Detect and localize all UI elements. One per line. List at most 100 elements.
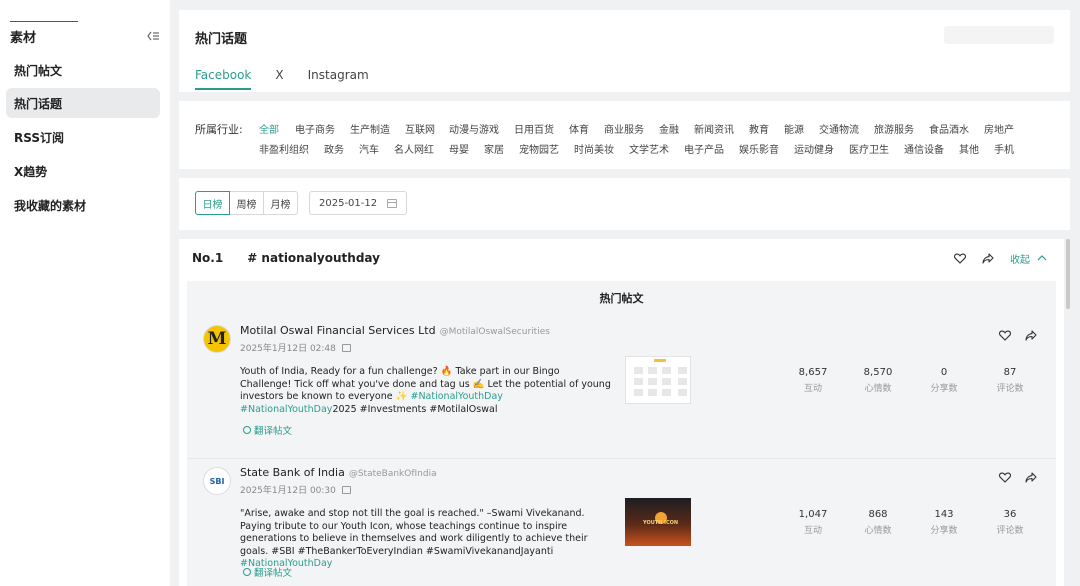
industry-option[interactable]: 旅游服务 (874, 121, 929, 136)
translate-post-button[interactable]: 翻译帖文 (243, 423, 292, 437)
share-icon[interactable] (1023, 327, 1039, 343)
industry-row-2: 非盈利组织 政务 汽车 名人网红 母婴 家居 宠物园艺 时尚美妆 文学艺术 电子产品 娱乐影音 运动健… (259, 141, 1029, 156)
period-monthly-button[interactable]: 月榜 (263, 191, 298, 215)
topic-header: No.1 # nationalyouthday (192, 251, 380, 265)
sidebar-item-hot-posts[interactable]: 热门帖文 (6, 55, 160, 85)
stat-value: 87 (1003, 367, 1017, 378)
collapse-button[interactable]: 收起 (1010, 251, 1030, 266)
industry-option[interactable]: 全部 (259, 121, 295, 136)
topic-card: No.1 # nationalyouthday 收起 热门帖文 M Motila… (179, 239, 1064, 586)
hashtag-link[interactable]: #NationalYouthDay (410, 391, 502, 402)
sidebar-header: 素材 (10, 27, 160, 46)
stat-interactions: 8,657 互动 (783, 367, 843, 394)
industry-option[interactable]: 金融 (659, 121, 694, 136)
image-icon (341, 485, 351, 494)
sidebar-item-hot-topics[interactable]: 热门话题 (6, 88, 160, 118)
industry-option[interactable]: 娱乐影音 (739, 141, 794, 156)
date-value: 2025-01-12 (319, 197, 378, 209)
stat-interactions: 1,047 互动 (783, 509, 843, 536)
stat-label: 评论数 (996, 384, 1024, 394)
translate-post-button[interactable]: 翻译帖文 (243, 565, 292, 579)
industry-option[interactable]: 食品酒水 (929, 121, 984, 136)
collapse-sidebar-icon[interactable] (146, 29, 160, 43)
post-thumbnail[interactable]: YOUTH ICON (625, 498, 691, 546)
share-icon[interactable] (1023, 469, 1039, 485)
sidebar-item-rss[interactable]: RSS订阅 (6, 122, 160, 152)
industry-option[interactable]: 新闻资讯 (694, 121, 749, 136)
calendar-icon (387, 198, 397, 208)
stat-label: 心情数 (864, 384, 892, 394)
tab-x[interactable]: X (275, 68, 283, 90)
scrollbar[interactable] (1066, 239, 1070, 309)
hashtag-link[interactable]: #NationalYouthDay (240, 404, 332, 415)
sidebar-decoration (10, 19, 78, 22)
stat-reactions: 8,570 心情数 (848, 367, 908, 394)
translate-label: 翻译帖文 (254, 426, 293, 437)
stat-value: 1,047 (798, 509, 828, 520)
post-text: Youth of India, Ready for a fun challeng… (240, 366, 612, 416)
thumbnail-cell (648, 378, 657, 385)
industry-option[interactable]: 电子商务 (295, 121, 350, 136)
industry-option[interactable]: 通信设备 (904, 141, 959, 156)
industry-filter-card: 所属行业: 全部 电子商务 生产制造 互联网 动漫与游戏 日用百货 体育 商业服务 金融 新闻资讯… (179, 101, 1070, 169)
thumbnail-cell (678, 389, 687, 396)
industry-option[interactable]: 教育 (749, 121, 784, 136)
industry-option[interactable]: 电子产品 (684, 141, 739, 156)
translate-label: 翻译帖文 (254, 568, 293, 579)
industry-option[interactable]: 交通物流 (819, 121, 874, 136)
post-text-body: "Arise, awake and stop not till the goal… (240, 508, 588, 557)
post-item: SBI State Bank of India @StateBankOfIndia… (187, 458, 1056, 586)
sidebar-title: 素材 (10, 30, 37, 46)
industry-option[interactable]: 医疗卫生 (849, 141, 904, 156)
heart-icon[interactable] (952, 250, 968, 266)
thumbnail-cell (662, 367, 671, 374)
industry-option[interactable]: 文学艺术 (629, 141, 684, 156)
share-icon[interactable] (980, 250, 996, 266)
heart-icon[interactable] (997, 327, 1013, 343)
tab-instagram[interactable]: Instagram (308, 68, 369, 90)
industry-option[interactable]: 日用百货 (514, 121, 569, 136)
industry-option[interactable]: 非盈利组织 (259, 141, 324, 156)
posts-title: 热门帖文 (599, 292, 644, 305)
industry-option[interactable]: 母婴 (449, 141, 484, 156)
industry-option[interactable]: 能源 (784, 121, 819, 136)
thumbnail-cell (678, 367, 687, 374)
chevron-up-icon[interactable] (1036, 252, 1048, 264)
thumbnail-cell (634, 367, 643, 374)
industry-option[interactable]: 商业服务 (604, 121, 659, 136)
stat-comments: 36 评论数 (980, 509, 1040, 536)
industry-option[interactable]: 动漫与游戏 (449, 121, 514, 136)
industry-row-1: 全部 电子商务 生产制造 互联网 动漫与游戏 日用百货 体育 商业服务 金融 新闻资讯 教育 能源 交通… (259, 121, 1024, 136)
industry-option[interactable]: 互联网 (405, 121, 449, 136)
industry-option[interactable]: 宠物园艺 (519, 141, 574, 156)
post-time-text: 2025年1月12日 02:48 (240, 344, 336, 354)
topic-name[interactable]: # nationalyouthday (247, 251, 380, 265)
post-author[interactable]: State Bank of India @StateBankOfIndia (240, 466, 437, 479)
industry-option[interactable]: 房地产 (984, 121, 1024, 136)
industry-option[interactable]: 汽车 (359, 141, 394, 156)
heart-icon[interactable] (997, 469, 1013, 485)
industry-option[interactable]: 政务 (324, 141, 359, 156)
post-text: "Arise, awake and stop not till the goal… (240, 508, 612, 571)
thumbnail-text: YOUTH ICON (643, 520, 679, 526)
sidebar-item-favorites[interactable]: 我收藏的素材 (6, 190, 160, 220)
thumbnail-cell (648, 367, 657, 374)
period-weekly-button[interactable]: 周榜 (229, 191, 264, 215)
thumbnail-cell (634, 389, 643, 396)
industry-option[interactable]: 名人网红 (394, 141, 449, 156)
industry-option[interactable]: 时尚美妆 (574, 141, 629, 156)
industry-option[interactable]: 手机 (994, 141, 1029, 156)
sidebar-item-x-trends[interactable]: X趋势 (6, 156, 160, 186)
post-author[interactable]: Motilal Oswal Financial Services Ltd @Mot… (240, 324, 550, 337)
industry-option[interactable]: 生产制造 (350, 121, 405, 136)
industry-option[interactable]: 体育 (569, 121, 604, 136)
date-picker[interactable]: 2025-01-12 (309, 191, 407, 215)
post-text-tail: 2025 #Investments #MotilalOswal (332, 403, 498, 415)
tab-facebook[interactable]: Facebook (195, 68, 252, 90)
period-daily-button[interactable]: 日榜 (195, 191, 230, 215)
post-thumbnail[interactable] (625, 356, 691, 404)
industry-option[interactable]: 家居 (484, 141, 519, 156)
post-item: M Motilal Oswal Financial Services Ltd @M… (187, 317, 1056, 457)
industry-option[interactable]: 运动健身 (794, 141, 849, 156)
industry-option[interactable]: 其他 (959, 141, 994, 156)
